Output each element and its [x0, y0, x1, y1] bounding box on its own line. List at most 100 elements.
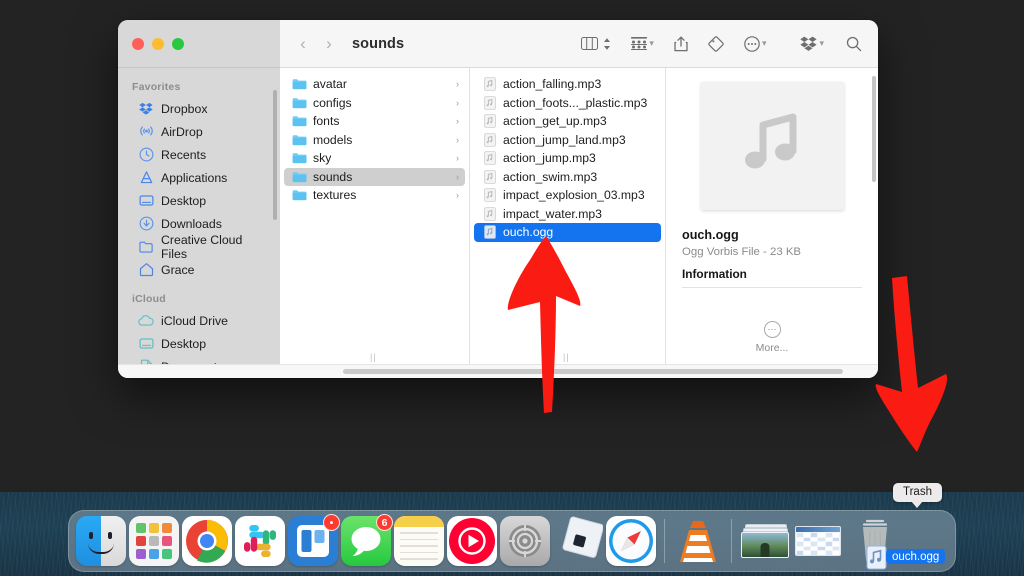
sidebar-item-recents[interactable]: Recents	[125, 143, 273, 166]
dropbox-chevron-down-icon[interactable]: ▾	[819, 38, 824, 49]
sidebar-item-applications[interactable]: Applications	[125, 166, 273, 189]
sidebar-item-airdrop[interactable]: AirDrop	[125, 120, 273, 143]
audio-file-icon	[482, 77, 497, 92]
list-item-selected-sounds[interactable]: sounds ›	[284, 167, 465, 186]
home-icon	[138, 262, 154, 278]
list-item[interactable]: action_swim.mp3	[474, 168, 661, 187]
dock-divider	[731, 519, 732, 563]
folder-icon	[292, 188, 307, 203]
tag-icon[interactable]	[708, 31, 724, 57]
dock-item-vlc[interactable]	[673, 516, 723, 566]
desktop-icon	[138, 336, 154, 352]
chevron-right-icon: ›	[456, 171, 459, 182]
sidebar-scrollbar[interactable]	[273, 90, 277, 220]
dock-item-youtube-music[interactable]	[447, 516, 497, 566]
group-by-chevron-down-icon[interactable]: ▾	[649, 38, 654, 49]
minimize-button[interactable]	[152, 37, 164, 50]
drag-label: ouch.ogg	[886, 549, 946, 564]
list-item-label: action_get_up.mp3	[503, 114, 607, 129]
dock-item-safari[interactable]	[606, 516, 656, 566]
list-item-label: action_falling.mp3	[503, 77, 602, 92]
chevron-right-icon: ›	[456, 190, 459, 201]
folder-icon	[292, 77, 307, 92]
list-item-selected-ouch-ogg[interactable]: ouch.ogg	[474, 223, 661, 242]
status-badge: 6	[376, 514, 393, 531]
launchpad-icon	[129, 516, 179, 566]
sidebar-item-label: Creative Cloud Files	[161, 232, 243, 261]
list-item[interactable]: sky ›	[284, 149, 465, 168]
forward-button[interactable]: ›	[316, 34, 342, 54]
list-item[interactable]: action_foots..._plastic.mp3	[474, 94, 661, 113]
sidebar-item-grace[interactable]: Grace	[125, 258, 273, 281]
roblox-icon	[553, 516, 603, 566]
dock-item-finder[interactable]	[76, 516, 126, 566]
list-item-label: avatar	[313, 77, 347, 92]
view-stepper-icon[interactable]	[603, 31, 611, 57]
dock-item-system-settings[interactable]	[500, 516, 550, 566]
dock-item-messages[interactable]: 6	[341, 514, 393, 566]
page-title: sounds	[352, 35, 405, 52]
folder-icon	[138, 239, 154, 255]
dropbox-icon[interactable]	[800, 31, 818, 57]
column-files: action_falling.mp3 action_foots..._plast…	[470, 68, 666, 364]
more-actions-chevron-down-icon[interactable]: ▾	[762, 38, 767, 49]
list-item[interactable]: avatar ›	[284, 75, 465, 94]
dock-item-notes[interactable]	[394, 516, 444, 566]
search-icon[interactable]	[846, 31, 862, 57]
dock-item-roblox[interactable]	[553, 516, 603, 566]
audio-file-icon	[482, 225, 497, 240]
folder-icon	[292, 95, 307, 110]
dock-item-trello[interactable]: •	[288, 514, 340, 566]
preview-more-button[interactable]: ⋯ More...	[682, 321, 862, 364]
sidebar-item-documents[interactable]: Documents	[125, 355, 273, 364]
list-item[interactable]: action_jump.mp3	[474, 149, 661, 168]
dock-item-minimized-photos[interactable]	[740, 516, 790, 566]
maximize-button[interactable]	[172, 37, 184, 50]
dock-item-launchpad[interactable]	[129, 516, 179, 566]
folder-icon	[292, 132, 307, 147]
horizontal-scrollbar[interactable]	[118, 364, 878, 378]
list-item[interactable]: impact_explosion_03.mp3	[474, 186, 661, 205]
list-item[interactable]: fonts ›	[284, 112, 465, 131]
column-resize-handle[interactable]: ||	[370, 352, 379, 362]
vlc-icon	[673, 516, 723, 566]
share-icon[interactable]	[674, 31, 688, 57]
clock-icon	[138, 147, 154, 163]
list-item[interactable]: configs ›	[284, 94, 465, 113]
list-item-label: action_foots..._plastic.mp3	[503, 95, 648, 110]
view-columns-icon[interactable]	[581, 31, 599, 57]
audio-file-icon	[482, 188, 497, 203]
sidebar-item-icloud-desktop[interactable]: Desktop	[125, 332, 273, 355]
list-item[interactable]: textures ›	[284, 186, 465, 205]
list-item[interactable]: impact_water.mp3	[474, 205, 661, 224]
column-folders: avatar › configs › fonts › models › sky …	[280, 68, 470, 364]
list-item[interactable]: models ›	[284, 131, 465, 150]
dock-item-slack[interactable]	[235, 516, 285, 566]
dock-item-minimized-spreadsheet[interactable]	[793, 516, 843, 566]
preview-information-header: Information	[682, 267, 862, 288]
desktop-icon	[138, 193, 154, 209]
column-preview: ouch.ogg Ogg Vorbis File - 23 KB Informa…	[666, 68, 878, 364]
list-item[interactable]: action_get_up.mp3	[474, 112, 661, 131]
dock-item-chrome[interactable]	[182, 516, 232, 566]
horizontal-scrollbar-thumb[interactable]	[343, 369, 843, 374]
folder-icon	[292, 114, 307, 129]
list-item[interactable]: action_jump_land.mp3	[474, 131, 661, 150]
sidebar-item-creative-cloud-files[interactable]: Creative Cloud Files	[125, 232, 273, 261]
sidebar-item-icloud-drive[interactable]: iCloud Drive	[125, 309, 273, 332]
safari-icon	[606, 516, 656, 566]
sidebar-item-label: Desktop	[161, 336, 207, 351]
group-by-icon[interactable]	[631, 31, 648, 57]
folder-list: avatar › configs › fonts › models › sky …	[280, 68, 469, 350]
more-actions-icon[interactable]	[744, 31, 760, 57]
back-button[interactable]: ‹	[290, 34, 316, 54]
column-resize-handle[interactable]: ||	[563, 352, 572, 362]
close-button[interactable]	[132, 37, 144, 50]
sidebar-item-dropbox[interactable]: Dropbox	[125, 97, 273, 120]
list-item-label: sky	[313, 151, 332, 166]
sidebar-item-desktop[interactable]: Desktop	[125, 189, 273, 212]
finder-window: ‹ › sounds ▾ ▾ ▾ Favorites Dropbox AirDr…	[118, 20, 878, 378]
list-item[interactable]: action_falling.mp3	[474, 75, 661, 94]
preview-scrollbar[interactable]	[871, 76, 876, 182]
file-list: action_falling.mp3 action_foots..._plast…	[470, 68, 665, 350]
